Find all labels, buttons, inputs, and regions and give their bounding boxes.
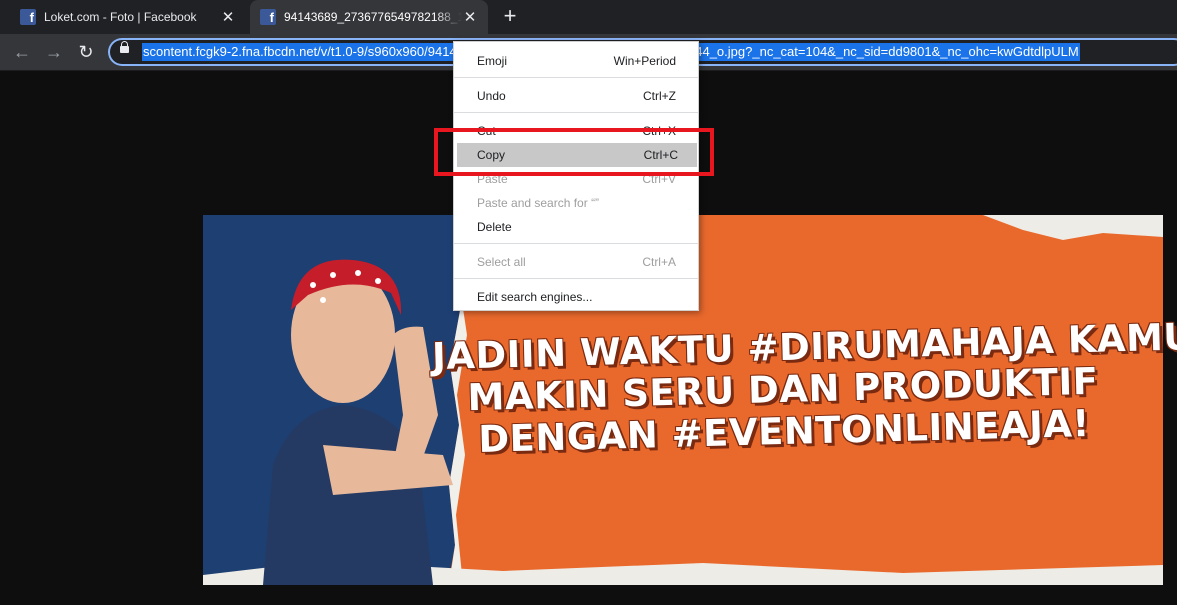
tab-title: Loket.com - Foto | Facebook [44, 10, 197, 24]
menu-shortcut: Ctrl+A [642, 255, 676, 269]
new-tab-button[interactable]: + [497, 4, 523, 30]
tab-loket-facebook[interactable]: f Loket.com - Foto | Facebook ✕ [8, 0, 246, 34]
menu-item-edit-search-engines[interactable]: Edit search engines... [454, 285, 698, 309]
menu-label: Cut [477, 124, 496, 138]
tab-title: 94143689_2736776549782188_1234179385344_… [284, 10, 462, 24]
menu-label: Copy [477, 148, 506, 162]
menu-item-undo[interactable]: Undo Ctrl+Z [454, 84, 698, 108]
close-tab-icon[interactable]: ✕ [462, 8, 478, 26]
menu-item-copy[interactable]: Copy Ctrl+C [457, 143, 697, 167]
lock-icon[interactable] [120, 41, 129, 53]
menu-shortcut: Ctrl+X [642, 124, 676, 138]
banner-headline: JADIIN WAKTU #DIRUMAHAJA KAMU MAKIN SERU… [431, 315, 1177, 462]
close-tab-icon[interactable]: ✕ [220, 8, 236, 26]
menu-shortcut: Ctrl+Z [643, 89, 676, 103]
menu-item-select-all[interactable]: Select all Ctrl+A [454, 250, 698, 274]
facebook-icon: f [20, 9, 36, 25]
menu-label: Select all [477, 255, 526, 269]
menu-label: Paste [477, 172, 508, 186]
menu-label: Emoji [477, 54, 508, 68]
tab-strip: f Loket.com - Foto | Facebook ✕ f 941436… [0, 0, 1177, 34]
menu-item-cut[interactable]: Cut Ctrl+X [454, 119, 698, 143]
menu-label: Edit search engines... [477, 290, 593, 304]
context-menu: Emoji Win+Period Undo Ctrl+Z Cut Ctrl+X … [453, 41, 699, 311]
menu-shortcut: Ctrl+C [643, 148, 678, 162]
back-button[interactable]: ← [10, 40, 34, 64]
reload-button[interactable]: ↻ [74, 40, 98, 64]
tab-image[interactable]: f 94143689_2736776549782188_123417938534… [250, 0, 488, 34]
menu-separator [454, 243, 698, 244]
menu-separator [454, 278, 698, 279]
menu-label: Paste and search for “” [477, 196, 600, 210]
forward-button[interactable]: → [42, 40, 66, 64]
menu-label: Undo [477, 89, 506, 103]
menu-item-paste[interactable]: Paste Ctrl+V [454, 167, 698, 191]
menu-separator [454, 77, 698, 78]
menu-item-delete[interactable]: Delete [454, 215, 698, 239]
menu-shortcut: Ctrl+V [642, 172, 676, 186]
menu-item-paste-and-search[interactable]: Paste and search for “” [454, 191, 698, 215]
menu-separator [454, 112, 698, 113]
menu-shortcut: Win+Period [613, 54, 676, 68]
menu-label: Delete [477, 220, 512, 234]
facebook-icon: f [260, 9, 276, 25]
menu-item-emoji[interactable]: Emoji Win+Period [454, 49, 698, 73]
